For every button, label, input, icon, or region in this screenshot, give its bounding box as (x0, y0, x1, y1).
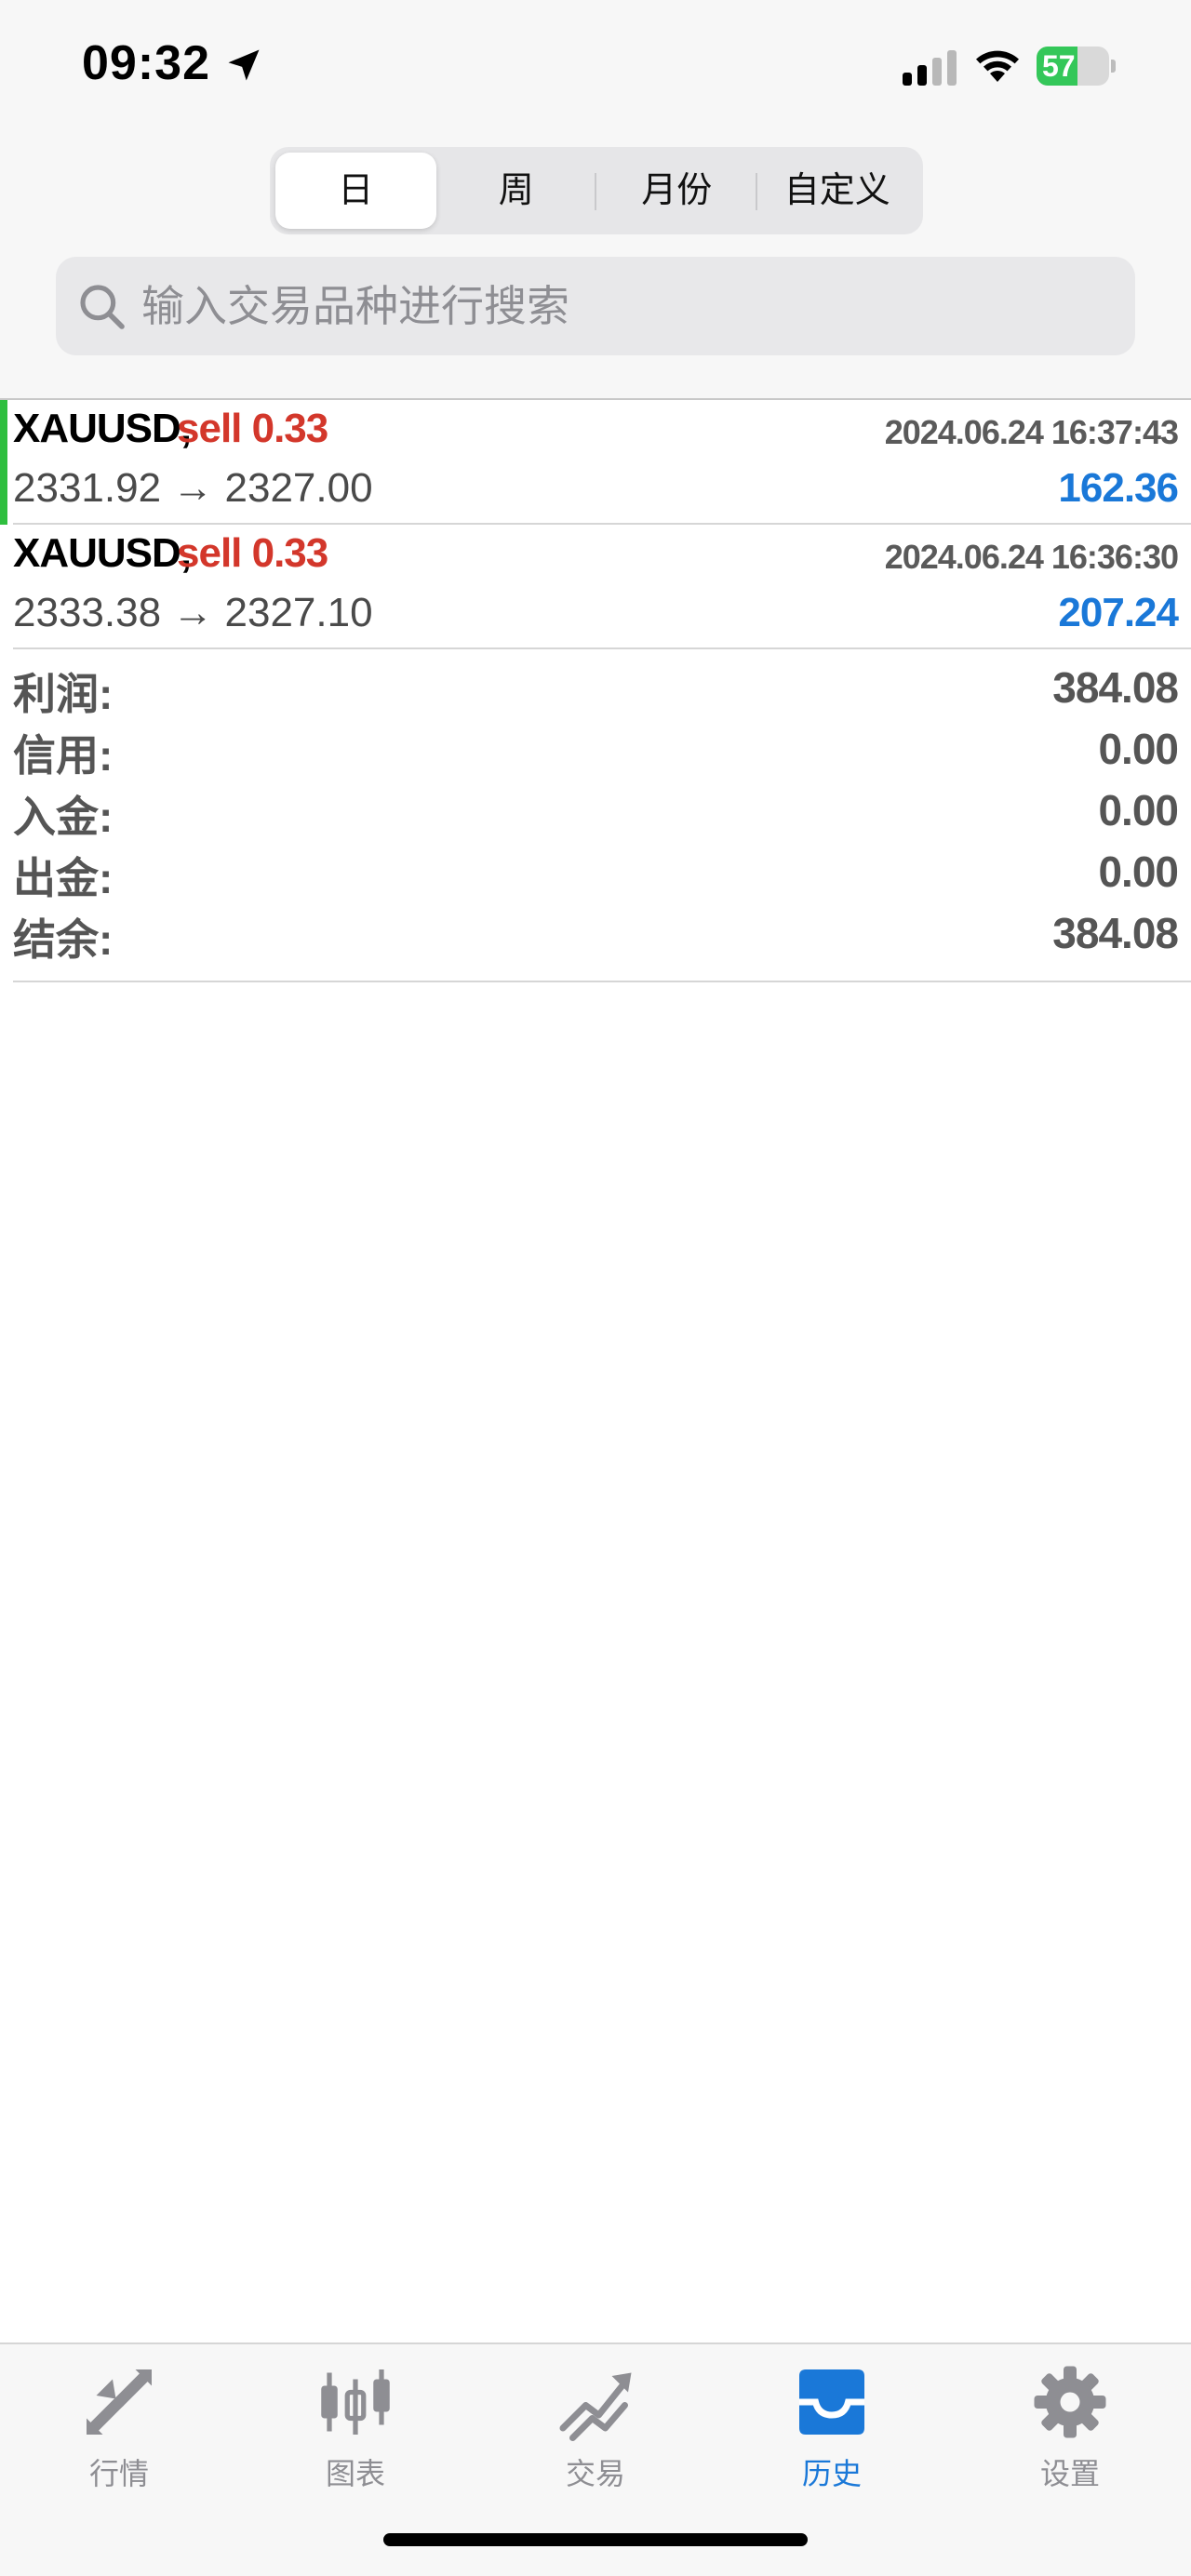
summary-row-profit: 利润: 384.08 (13, 661, 1179, 722)
summary-label: 入金: (13, 793, 114, 841)
status-bar: 09:32 57 (0, 0, 1191, 130)
summary-row-deposit: 入金: 0.00 (13, 783, 1179, 845)
summary-value: 0.00 (1098, 848, 1179, 896)
tab-month[interactable]: 月份 (596, 153, 757, 229)
cellular-signal-icon (903, 50, 957, 86)
battery-charging-icon: 57 (1037, 47, 1116, 86)
tab-settings-label: 设置 (1039, 2457, 1100, 2490)
tab-history[interactable]: 历史 (748, 2363, 916, 2503)
tab-custom-label: 自定义 (783, 171, 890, 210)
summary-value: 384.08 (1052, 663, 1179, 712)
battery-percent: 57 (1042, 49, 1076, 83)
tab-trade-label: 交易 (565, 2457, 625, 2490)
deal-symbol: XAUUSD, (13, 530, 192, 576)
summary-row-credit: 信用: 0.00 (13, 722, 1179, 783)
tab-quotes-label: 行情 (88, 2457, 149, 2490)
summary-value: 0.00 (1098, 725, 1179, 773)
deal-prices: 2333.38 → 2327.10 (13, 590, 373, 635)
home-indicator (383, 2533, 808, 2546)
summary-row-balance: 结余: 384.08 (13, 906, 1179, 968)
deal-type: sell 0.33 (177, 530, 328, 576)
tab-charts-label: 图表 (325, 2457, 385, 2490)
tab-trade[interactable]: 交易 (512, 2363, 679, 2503)
deal-symbol: XAUUSD, (13, 406, 192, 451)
summary-value: 0.00 (1098, 786, 1179, 834)
period-segmented-control: 日 周 月份 自定义 (270, 147, 923, 234)
tab-day[interactable]: 日 (275, 153, 436, 229)
summary-section: 利润: 384.08 信用: 0.00 入金: 0.00 出金: 0.00 结余… (13, 647, 1191, 984)
tab-charts[interactable]: 图表 (272, 2363, 439, 2503)
deal-profit: 207.24 (1058, 590, 1179, 635)
deal-row[interactable]: XAUUSD, sell 0.33 2024.06.24 16:36:30 23… (0, 525, 1191, 649)
deal-profit: 162.36 (1058, 465, 1179, 511)
status-time: 09:32 (82, 36, 210, 90)
search-bar (56, 257, 1135, 355)
candlestick-chart-icon (321, 2369, 390, 2435)
tab-quotes[interactable]: 行情 (35, 2363, 203, 2503)
search-input[interactable] (141, 257, 1109, 355)
tab-history-label: 历史 (801, 2457, 862, 2490)
tab-month-label: 月份 (641, 171, 713, 210)
summary-label: 出金: (13, 854, 114, 902)
history-inbox-icon (799, 2369, 864, 2435)
summary-label: 结余: (13, 915, 114, 964)
selected-indicator (0, 400, 7, 525)
tab-settings[interactable]: 设置 (986, 2363, 1154, 2503)
summary-label: 信用: (13, 731, 114, 780)
location-arrow-icon (228, 49, 260, 81)
header: 09:32 57 日 周 月份 自定义 输入交易品种进行搜索 (0, 0, 1191, 398)
tab-week[interactable]: 周 (436, 153, 596, 229)
wifi-icon (976, 50, 1019, 82)
deal-time: 2024.06.24 16:36:30 (884, 538, 1179, 576)
divider (13, 981, 1191, 982)
trade-trend-icon (559, 2372, 632, 2441)
tab-week-label: 周 (498, 171, 534, 210)
summary-row-withdrawal: 出金: 0.00 (13, 845, 1179, 906)
summary-value: 384.08 (1052, 909, 1179, 957)
deal-type: sell 0.33 (177, 406, 328, 451)
quotes-arrows-icon (87, 2369, 152, 2435)
deal-row[interactable]: XAUUSD, sell 0.33 2024.06.24 16:37:43 23… (0, 400, 1191, 525)
tab-day-label: 日 (338, 171, 374, 210)
deal-time: 2024.06.24 16:37:43 (884, 413, 1179, 451)
summary-label: 利润: (13, 670, 114, 718)
tab-custom[interactable]: 自定义 (757, 153, 918, 229)
search-icon (80, 285, 125, 329)
settings-gear-icon (1034, 2366, 1106, 2438)
deal-prices: 2331.92 → 2327.00 (13, 465, 373, 511)
